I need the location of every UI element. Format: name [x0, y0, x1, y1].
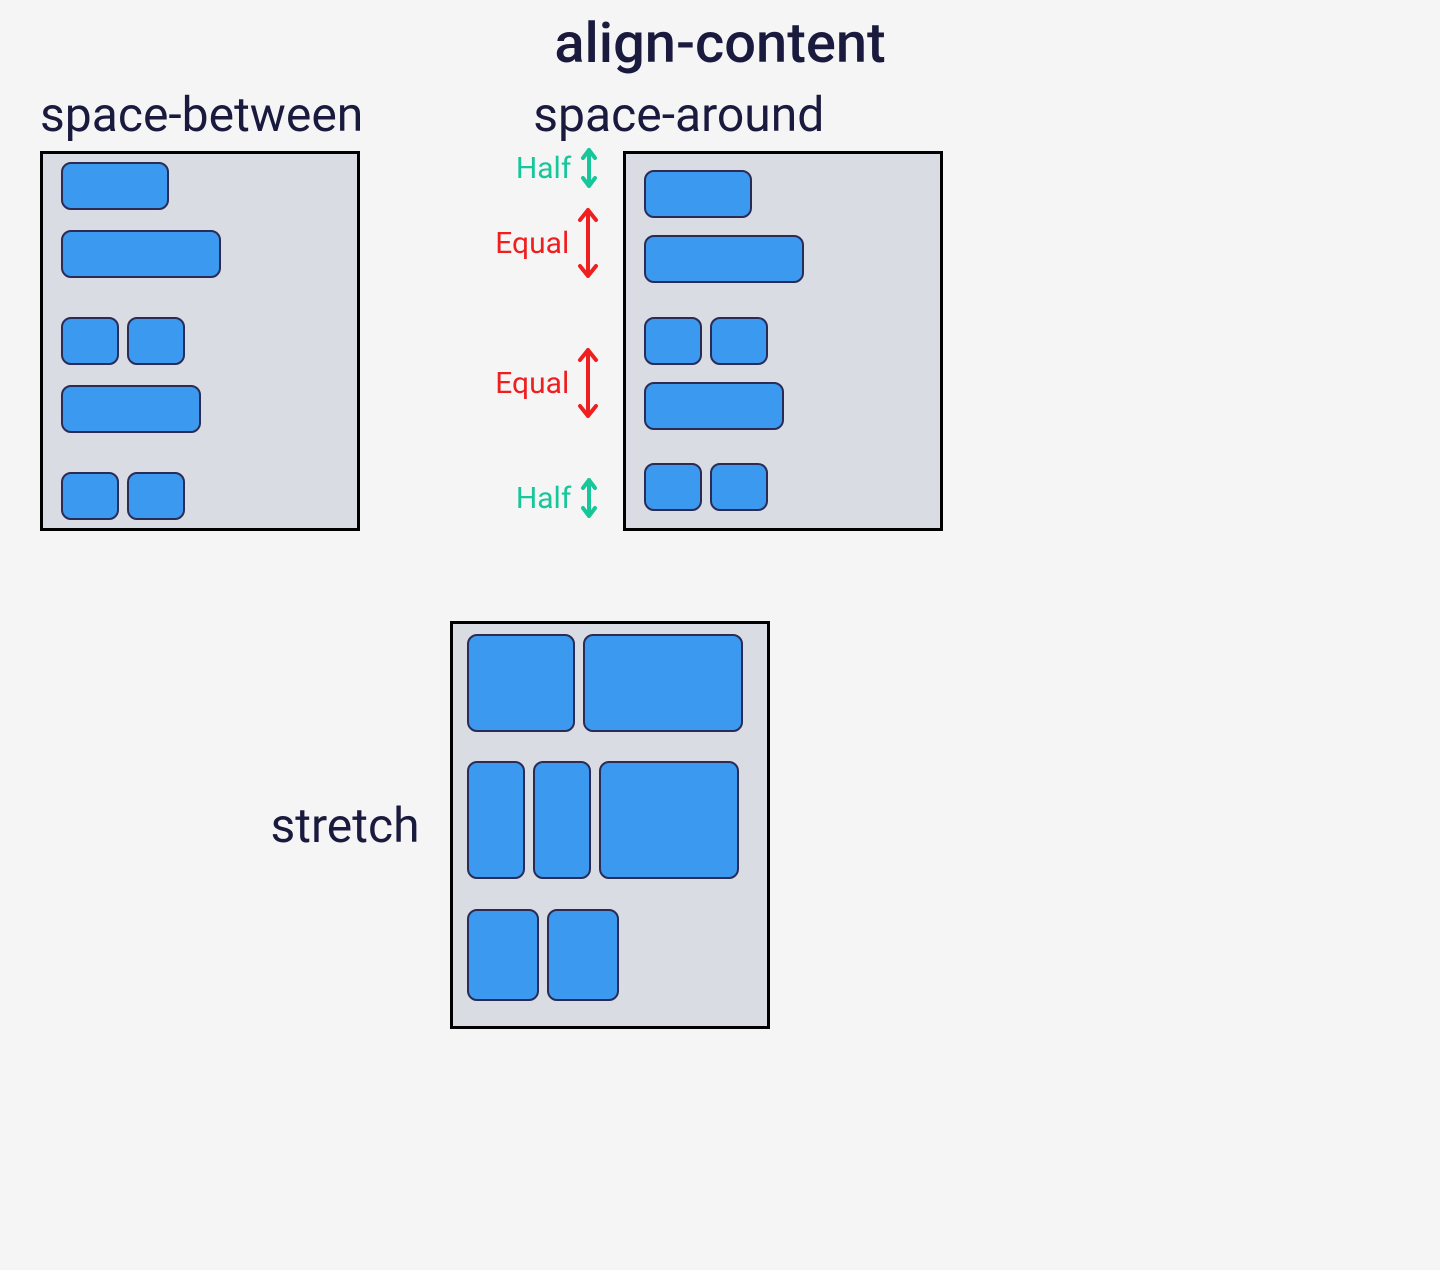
annotation-label: Equal	[495, 366, 569, 401]
flex-item	[127, 472, 185, 520]
annotation-equal-1: Equal	[495, 188, 601, 298]
annotation-label: Half	[516, 481, 571, 516]
label-space-between: space-between	[40, 86, 363, 143]
container-space-between	[40, 151, 360, 531]
annotation-label: Half	[516, 151, 571, 186]
flex-item	[533, 761, 591, 879]
annotation-equal-2: Equal	[495, 328, 601, 438]
flex-item	[710, 317, 768, 365]
container-stretch	[450, 621, 770, 1029]
flex-item	[644, 463, 702, 511]
flex-item	[710, 463, 768, 511]
flex-item	[644, 170, 752, 218]
double-arrow-icon	[577, 478, 601, 518]
example-stretch: stretch	[0, 621, 1440, 1029]
annotation-label: Equal	[495, 226, 569, 261]
double-arrow-icon	[575, 347, 601, 419]
container-space-around	[623, 151, 943, 531]
page-title: align-content	[0, 0, 1440, 76]
flex-item	[644, 235, 804, 283]
flex-item	[127, 317, 185, 365]
annotation-half-bottom: Half	[516, 478, 601, 518]
flex-item	[61, 162, 169, 210]
flex-item	[61, 230, 221, 278]
flex-item	[467, 761, 525, 879]
flex-item	[467, 634, 575, 732]
flex-item	[547, 909, 619, 1001]
flex-item	[644, 317, 702, 365]
example-space-around: space-around Half Equal Equal	[623, 86, 943, 531]
flex-item	[61, 385, 201, 433]
example-space-between: space-between	[40, 86, 363, 531]
annotation-half-top: Half	[516, 148, 601, 188]
label-stretch: stretch	[270, 797, 419, 854]
flex-item	[61, 317, 119, 365]
double-arrow-icon	[577, 148, 601, 188]
label-space-around: space-around	[533, 86, 943, 143]
flex-item	[467, 909, 539, 1001]
flex-item	[61, 472, 119, 520]
flex-item	[599, 761, 739, 879]
flex-item	[644, 382, 784, 430]
flex-item	[583, 634, 743, 732]
double-arrow-icon	[575, 207, 601, 279]
